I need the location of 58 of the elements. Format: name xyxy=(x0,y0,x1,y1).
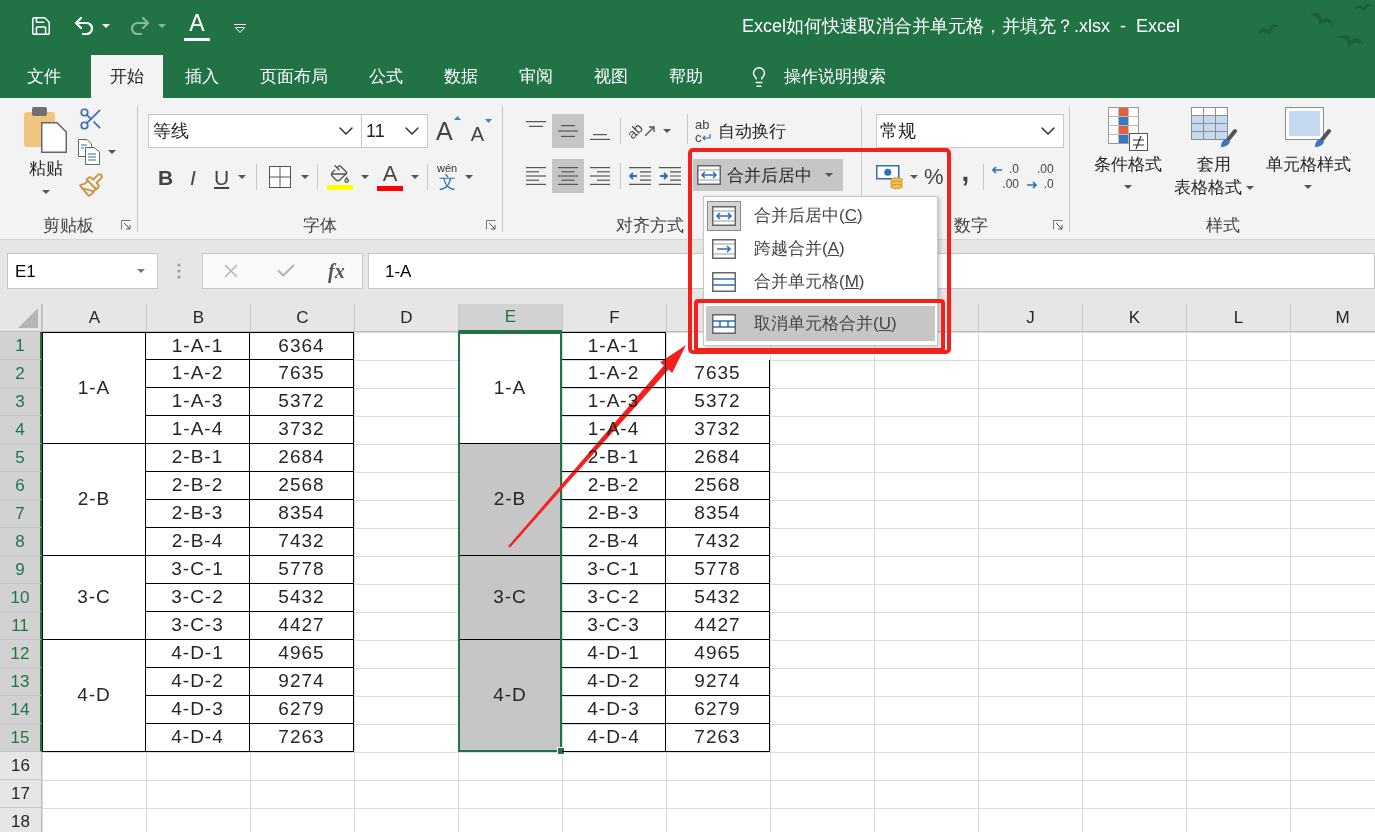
table-cell: 9274 xyxy=(250,668,354,696)
table-cell: 3732 xyxy=(666,416,770,444)
table-cell: 4-D-4 xyxy=(146,724,250,752)
table-cell: 3732 xyxy=(250,416,354,444)
table-cell: 4-D-2 xyxy=(146,668,250,696)
table-cell: 9274 xyxy=(666,668,770,696)
table-cell: 2568 xyxy=(666,472,770,500)
table-cell: 3-C-1 xyxy=(146,556,250,584)
merged-cell: 2-B xyxy=(42,444,146,556)
table-cell: 5432 xyxy=(666,584,770,612)
merged-cell: 1-A xyxy=(42,332,146,444)
table-cell: 2568 xyxy=(250,472,354,500)
table-cell: 4427 xyxy=(666,612,770,640)
table-cell: 4965 xyxy=(666,640,770,668)
table-cell: 1-A-3 xyxy=(146,388,250,416)
table-cell: 1-A-1 xyxy=(146,332,250,360)
group-label: 数字 xyxy=(954,216,988,234)
merged-cell: 2-B xyxy=(458,444,562,556)
merged-cell: 4-D xyxy=(458,640,562,752)
group-label: 字体 xyxy=(303,216,337,234)
merged-cell: 3-C xyxy=(458,556,562,640)
table-cell: 4427 xyxy=(250,612,354,640)
table-cell: 5432 xyxy=(250,584,354,612)
table-cell: 8354 xyxy=(666,500,770,528)
table-cell: 7263 xyxy=(250,724,354,752)
table-cell: 2684 xyxy=(666,444,770,472)
table-cell: 7635 xyxy=(250,360,354,388)
merged-cell: 4-D xyxy=(42,640,146,752)
table-cell: 3-C-2 xyxy=(146,584,250,612)
table-cell: 6279 xyxy=(666,696,770,724)
group-label: 剪贴板 xyxy=(43,216,94,234)
table-cell: 2-B-3 xyxy=(146,500,250,528)
table-cell: 3-C-3 xyxy=(146,612,250,640)
table-cell: 1-A-4 xyxy=(146,416,250,444)
table-cell: 7432 xyxy=(250,528,354,556)
group-label: 对齐方式 xyxy=(616,216,684,234)
table-cell: 4965 xyxy=(250,640,354,668)
table-cell: 7263 xyxy=(666,724,770,752)
table-cell: 1-A-2 xyxy=(146,360,250,388)
table-cell: 6364 xyxy=(250,332,354,360)
table-cell: 2684 xyxy=(250,444,354,472)
table-cell: 4-D-1 xyxy=(146,640,250,668)
table-cell: 7635 xyxy=(666,360,770,388)
merged-cell: 3-C xyxy=(42,556,146,640)
table-cell: 8354 xyxy=(250,500,354,528)
table-cell: 7432 xyxy=(666,528,770,556)
window-title: Excel如何快速取消合并单元格，并填充？.xlsx - Excel xyxy=(741,14,1180,38)
group-label: 样式 xyxy=(1205,216,1240,234)
table-cell: 5372 xyxy=(250,388,354,416)
table-cell: 4-D-3 xyxy=(146,696,250,724)
table-cell: 1-A-1 xyxy=(562,332,666,360)
table-cell: 5778 xyxy=(250,556,354,584)
table-cell: 2-B-4 xyxy=(146,528,250,556)
table-cell: 5778 xyxy=(666,556,770,584)
table-cell: 6279 xyxy=(250,696,354,724)
table-cell: 5372 xyxy=(666,388,770,416)
table-cell: 2-B-2 xyxy=(146,472,250,500)
table-cell: 2-B-1 xyxy=(146,444,250,472)
